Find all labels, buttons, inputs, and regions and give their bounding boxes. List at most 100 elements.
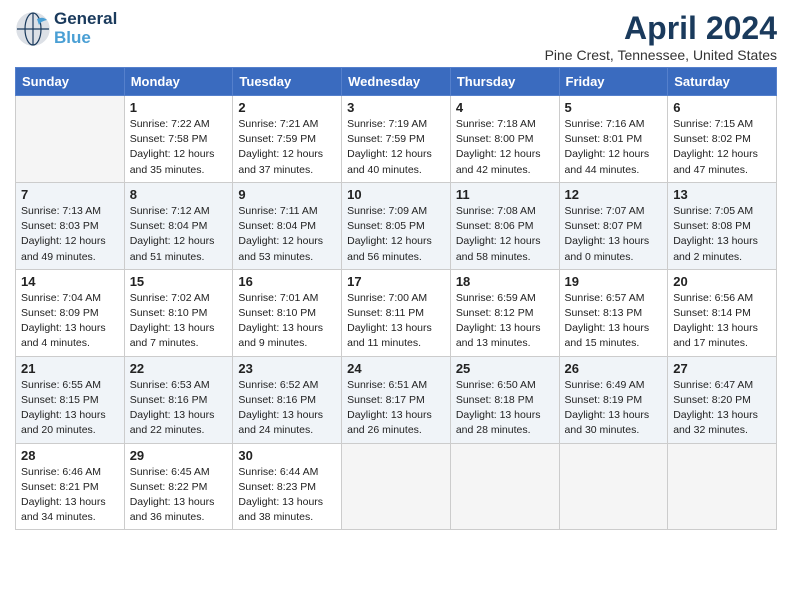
sunset-label: Sunset: 8:13 PM [565,307,643,319]
day-number: 8 [130,187,228,202]
sunset-label: Sunset: 7:59 PM [347,133,425,145]
day-number: 5 [565,100,663,115]
sunset-label: Sunset: 8:14 PM [673,307,751,319]
daylight-label: Daylight: 12 hours and 35 minutes. [130,148,215,175]
day-number: 10 [347,187,445,202]
daylight-label: Daylight: 12 hours and 37 minutes. [238,148,323,175]
cell-content: Sunrise: 7:22 AM Sunset: 7:58 PM Dayligh… [130,117,228,178]
day-number: 3 [347,100,445,115]
day-number: 13 [673,187,771,202]
daylight-label: Daylight: 13 hours and 30 minutes. [565,409,650,436]
location: Pine Crest, Tennessee, United States [545,47,777,63]
daylight-label: Daylight: 12 hours and 40 minutes. [347,148,432,175]
cell-content: Sunrise: 6:47 AM Sunset: 8:20 PM Dayligh… [673,378,771,439]
sunset-label: Sunset: 8:20 PM [673,394,751,406]
daylight-label: Daylight: 13 hours and 17 minutes. [673,322,758,349]
sunrise-label: Sunrise: 6:56 AM [673,292,753,304]
calendar-header-row: SundayMondayTuesdayWednesdayThursdayFrid… [16,68,777,96]
sunset-label: Sunset: 8:16 PM [238,394,316,406]
day-number: 23 [238,361,336,376]
day-number: 21 [21,361,119,376]
weekday-header: Monday [124,68,233,96]
cell-content: Sunrise: 7:08 AM Sunset: 8:06 PM Dayligh… [456,204,554,265]
calendar-cell: 26 Sunrise: 6:49 AM Sunset: 8:19 PM Dayl… [559,356,668,443]
sunrise-label: Sunrise: 6:55 AM [21,379,101,391]
calendar-cell: 11 Sunrise: 7:08 AM Sunset: 8:06 PM Dayl… [450,182,559,269]
sunset-label: Sunset: 8:00 PM [456,133,534,145]
sunrise-label: Sunrise: 7:02 AM [130,292,210,304]
sunrise-label: Sunrise: 7:01 AM [238,292,318,304]
sunset-label: Sunset: 8:07 PM [565,220,643,232]
calendar-cell: 20 Sunrise: 6:56 AM Sunset: 8:14 PM Dayl… [668,269,777,356]
calendar-cell [450,443,559,530]
calendar-cell [559,443,668,530]
cell-content: Sunrise: 6:52 AM Sunset: 8:16 PM Dayligh… [238,378,336,439]
globe-icon [15,11,51,47]
sunset-label: Sunset: 8:02 PM [673,133,751,145]
day-number: 19 [565,274,663,289]
sunrise-label: Sunrise: 6:46 AM [21,466,101,478]
day-number: 1 [130,100,228,115]
sunrise-label: Sunrise: 6:45 AM [130,466,210,478]
cell-content: Sunrise: 7:15 AM Sunset: 8:02 PM Dayligh… [673,117,771,178]
calendar-cell: 6 Sunrise: 7:15 AM Sunset: 8:02 PM Dayli… [668,96,777,183]
title-area: April 2024 Pine Crest, Tennessee, United… [545,10,777,63]
daylight-label: Daylight: 13 hours and 20 minutes. [21,409,106,436]
sunset-label: Sunset: 8:21 PM [21,481,99,493]
calendar-cell: 4 Sunrise: 7:18 AM Sunset: 8:00 PM Dayli… [450,96,559,183]
sunrise-label: Sunrise: 7:13 AM [21,205,101,217]
cell-content: Sunrise: 7:18 AM Sunset: 8:00 PM Dayligh… [456,117,554,178]
calendar-cell: 10 Sunrise: 7:09 AM Sunset: 8:05 PM Dayl… [342,182,451,269]
calendar-cell: 24 Sunrise: 6:51 AM Sunset: 8:17 PM Dayl… [342,356,451,443]
sunset-label: Sunset: 8:01 PM [565,133,643,145]
day-number: 17 [347,274,445,289]
cell-content: Sunrise: 6:56 AM Sunset: 8:14 PM Dayligh… [673,291,771,352]
calendar-week-row: 28 Sunrise: 6:46 AM Sunset: 8:21 PM Dayl… [16,443,777,530]
weekday-header: Friday [559,68,668,96]
sunset-label: Sunset: 8:15 PM [21,394,99,406]
day-number: 2 [238,100,336,115]
daylight-label: Daylight: 12 hours and 44 minutes. [565,148,650,175]
calendar-cell: 3 Sunrise: 7:19 AM Sunset: 7:59 PM Dayli… [342,96,451,183]
calendar-cell: 8 Sunrise: 7:12 AM Sunset: 8:04 PM Dayli… [124,182,233,269]
sunset-label: Sunset: 8:04 PM [238,220,316,232]
sunset-label: Sunset: 8:18 PM [456,394,534,406]
cell-content: Sunrise: 6:55 AM Sunset: 8:15 PM Dayligh… [21,378,119,439]
cell-content: Sunrise: 6:57 AM Sunset: 8:13 PM Dayligh… [565,291,663,352]
day-number: 24 [347,361,445,376]
sunrise-label: Sunrise: 6:51 AM [347,379,427,391]
calendar-cell: 22 Sunrise: 6:53 AM Sunset: 8:16 PM Dayl… [124,356,233,443]
cell-content: Sunrise: 6:49 AM Sunset: 8:19 PM Dayligh… [565,378,663,439]
sunrise-label: Sunrise: 7:08 AM [456,205,536,217]
sunset-label: Sunset: 8:05 PM [347,220,425,232]
daylight-label: Daylight: 13 hours and 32 minutes. [673,409,758,436]
sunrise-label: Sunrise: 7:09 AM [347,205,427,217]
sunset-label: Sunset: 8:23 PM [238,481,316,493]
cell-content: Sunrise: 7:16 AM Sunset: 8:01 PM Dayligh… [565,117,663,178]
cell-content: Sunrise: 7:12 AM Sunset: 8:04 PM Dayligh… [130,204,228,265]
calendar-cell: 12 Sunrise: 7:07 AM Sunset: 8:07 PM Dayl… [559,182,668,269]
sunset-label: Sunset: 8:16 PM [130,394,208,406]
daylight-label: Daylight: 13 hours and 4 minutes. [21,322,106,349]
logo: General Blue [15,10,117,47]
day-number: 16 [238,274,336,289]
cell-content: Sunrise: 7:00 AM Sunset: 8:11 PM Dayligh… [347,291,445,352]
sunrise-label: Sunrise: 7:22 AM [130,118,210,130]
calendar-cell: 28 Sunrise: 6:46 AM Sunset: 8:21 PM Dayl… [16,443,125,530]
calendar-cell [342,443,451,530]
daylight-label: Daylight: 13 hours and 38 minutes. [238,496,323,523]
calendar-cell: 5 Sunrise: 7:16 AM Sunset: 8:01 PM Dayli… [559,96,668,183]
weekday-header: Wednesday [342,68,451,96]
daylight-label: Daylight: 12 hours and 47 minutes. [673,148,758,175]
day-number: 18 [456,274,554,289]
daylight-label: Daylight: 13 hours and 22 minutes. [130,409,215,436]
weekday-header: Tuesday [233,68,342,96]
weekday-header: Sunday [16,68,125,96]
cell-content: Sunrise: 6:59 AM Sunset: 8:12 PM Dayligh… [456,291,554,352]
calendar-cell [668,443,777,530]
daylight-label: Daylight: 12 hours and 42 minutes. [456,148,541,175]
sunrise-label: Sunrise: 7:15 AM [673,118,753,130]
sunrise-label: Sunrise: 6:44 AM [238,466,318,478]
daylight-label: Daylight: 13 hours and 36 minutes. [130,496,215,523]
logo-general: General [54,10,117,29]
